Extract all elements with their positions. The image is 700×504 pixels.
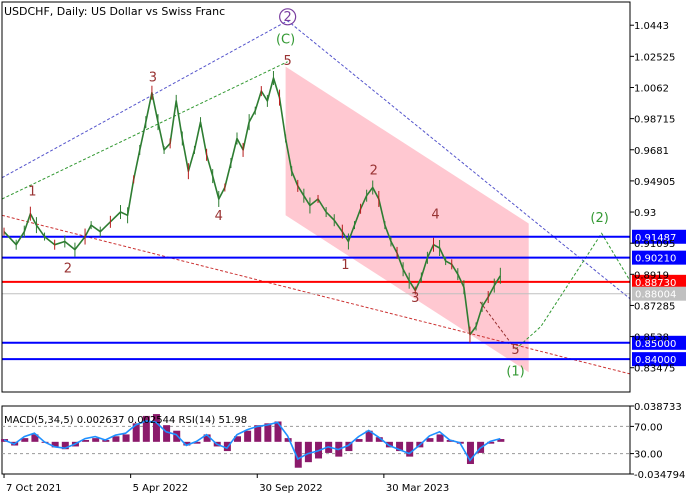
time-tick-label-3: 30 Mar 2023 xyxy=(386,483,449,494)
macd-bar-24 xyxy=(244,430,252,442)
price-tick-label-3: 0.98715 xyxy=(634,115,675,126)
macd-bar-11 xyxy=(112,436,120,442)
macd-bar-35 xyxy=(355,439,363,442)
level-label-3: 0.88004 xyxy=(635,290,676,301)
wave-label-13: (2) xyxy=(590,211,608,226)
price-tick-label-11: 0.83475 xyxy=(634,364,675,375)
time-tick-label-2: 30 Sep 2022 xyxy=(259,483,322,494)
wave-label-9: 4 xyxy=(431,208,439,223)
price-tick-label-2: 1.0062 xyxy=(634,83,669,94)
time-tick-label-0: 7 Oct 2021 xyxy=(6,483,61,494)
time-tick-label-1: 5 Apr 2022 xyxy=(133,483,188,494)
indicator-axis-label-1: 70.00 xyxy=(634,422,663,433)
macd-bar-27 xyxy=(274,421,282,442)
level-label-1: 0.90210 xyxy=(635,254,676,265)
macd-bar-16 xyxy=(163,425,171,442)
macd-bar-26 xyxy=(264,423,272,442)
wave-label-8: 1 xyxy=(341,258,349,273)
indicator-axis-label-2: 30.00 xyxy=(634,450,663,461)
wave-label-11: 5 xyxy=(511,343,519,358)
wave-label-10: 3 xyxy=(411,291,419,306)
wave-label-12: (1) xyxy=(506,364,524,379)
indicator-axis-label-0: 0.038733 xyxy=(634,402,682,413)
wave-label-4: 5 xyxy=(283,54,291,69)
price-tick-label-9: 0.87285 xyxy=(634,301,675,312)
macd-bar-12 xyxy=(122,434,130,442)
wave-label-5: (C) xyxy=(276,33,295,48)
indicator-label: MACD(5,34,5) 0.002637 0.002544 RSI(14) 5… xyxy=(4,415,247,426)
price-tick-label-5: 0.94905 xyxy=(634,177,675,188)
price-tick-label-4: 0.9681 xyxy=(634,146,669,157)
chart-root: 0.91487 0.90210 0.88730 0.88004 0.85000 0.840… xyxy=(0,0,700,500)
wave-label-2: 3 xyxy=(149,70,157,85)
price-tick-label-1: 1.02525 xyxy=(634,52,675,63)
wave-label-3: 4 xyxy=(215,209,223,224)
indicator-axis-label-3: -0.034794 xyxy=(634,470,685,481)
wave-label-6: 2 xyxy=(283,10,291,25)
macd-bar-43 xyxy=(436,434,444,442)
price-tick-label-0: 1.0443 xyxy=(634,21,669,32)
wave-label-1: 2 xyxy=(64,262,72,277)
macd-bar-9 xyxy=(92,438,100,442)
price-tick-label-6: 0.93 xyxy=(634,208,656,219)
macd-bar-40 xyxy=(406,441,414,457)
wave-label-0: 1 xyxy=(28,185,36,200)
price-tick-label-8: 0.8919 xyxy=(634,270,669,281)
wave-label-7: 2 xyxy=(370,163,378,178)
price-tick-label-7: 0.91095 xyxy=(634,239,675,250)
usdchf-chart: 0.914870.902100.887300.880040.850000.840… xyxy=(0,0,700,500)
chart-title: USDCHF, Daily: US Dollar vs Swiss Franc xyxy=(4,5,225,18)
price-tick-label-10: 0.8538 xyxy=(634,333,669,344)
